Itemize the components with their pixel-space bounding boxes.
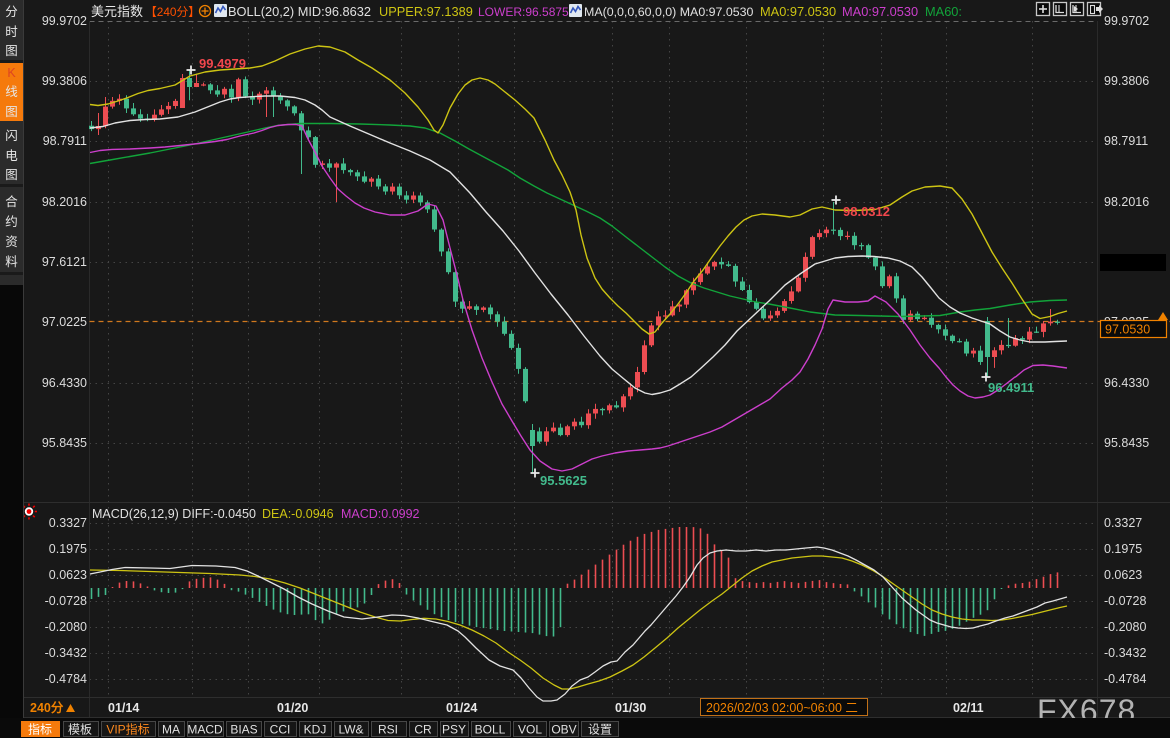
svg-text:BOLL: BOLL: [475, 723, 506, 737]
svg-text:OBV: OBV: [551, 723, 576, 737]
svg-text:99.4979: 99.4979: [199, 56, 246, 71]
svg-text:240分: 240分: [30, 700, 64, 715]
svg-text:约: 约: [5, 214, 18, 229]
svg-text:02/11: 02/11: [953, 701, 984, 715]
svg-text:99.3806: 99.3806: [42, 74, 87, 88]
svg-text:MA: MA: [162, 723, 180, 737]
svg-text:-0.0728: -0.0728: [1104, 594, 1146, 608]
svg-text:资: 资: [5, 235, 18, 249]
svg-text:【240分】: 【240分】: [145, 5, 200, 19]
svg-text:LW&: LW&: [338, 723, 363, 737]
svg-text:图: 图: [5, 44, 18, 58]
svg-text:分: 分: [5, 5, 18, 19]
svg-text:0.3327: 0.3327: [49, 516, 87, 530]
svg-text:99.3806: 99.3806: [1104, 74, 1149, 88]
svg-text:LOWER:96.5875: LOWER:96.5875: [478, 5, 569, 19]
svg-text:0.3327: 0.3327: [1104, 516, 1142, 530]
svg-text:PSY: PSY: [442, 723, 466, 737]
svg-text:0.1975: 0.1975: [49, 542, 87, 556]
svg-text:98.2016: 98.2016: [42, 195, 87, 209]
svg-text:98.0312: 98.0312: [843, 204, 890, 219]
svg-text:线: 线: [5, 85, 18, 99]
svg-text:MA(0,0,0,60,0,0) MA0:97.0530: MA(0,0,0,60,0,0) MA0:97.0530: [584, 5, 754, 19]
svg-text:合: 合: [5, 194, 18, 209]
svg-text:UPPER:97.1389: UPPER:97.1389: [379, 4, 473, 19]
svg-text:95.8435: 95.8435: [42, 436, 87, 450]
svg-text:BIAS: BIAS: [230, 723, 257, 737]
svg-text:时: 时: [5, 25, 18, 39]
svg-text:MA0:97.0530: MA0:97.0530: [842, 4, 918, 19]
svg-text:98.7911: 98.7911: [43, 134, 87, 148]
svg-text:-0.3432: -0.3432: [1104, 646, 1146, 660]
svg-text:96.4330: 96.4330: [42, 376, 87, 390]
svg-text:指标: 指标: [28, 722, 52, 737]
svg-text:97.0530: 97.0530: [1105, 323, 1150, 337]
svg-text:0.0623: 0.0623: [49, 568, 87, 582]
svg-text:BOLL(20,2) MID:96.8632: BOLL(20,2) MID:96.8632: [228, 4, 371, 19]
svg-text:97.0225: 97.0225: [42, 315, 87, 329]
svg-text:MACD(26,12,9) DIFF:-0.0450: MACD(26,12,9) DIFF:-0.0450: [92, 507, 256, 521]
svg-text:99.9702: 99.9702: [42, 14, 87, 28]
svg-text:98.7911: 98.7911: [1104, 134, 1148, 148]
svg-text:MACD: MACD: [187, 723, 223, 737]
svg-text:图: 图: [5, 105, 18, 119]
svg-text:KDJ: KDJ: [304, 723, 327, 737]
svg-text:VIP指标: VIP指标: [106, 722, 149, 737]
svg-text:美元指数: 美元指数: [91, 4, 143, 19]
svg-text:-0.2080: -0.2080: [45, 620, 87, 634]
svg-text:电: 电: [5, 149, 18, 163]
svg-text:97.6121: 97.6121: [42, 255, 87, 269]
svg-text:MA0:97.0530: MA0:97.0530: [760, 4, 836, 19]
svg-text:2026/02/03 02:00~06:00 二: 2026/02/03 02:00~06:00 二: [706, 701, 858, 715]
svg-text:K: K: [7, 66, 16, 80]
svg-text:图: 图: [5, 168, 18, 182]
svg-text:96.4911: 96.4911: [988, 380, 1034, 395]
svg-text:-0.0728: -0.0728: [45, 594, 87, 608]
svg-text:MA60:: MA60:: [925, 4, 962, 19]
svg-text:95.5625: 95.5625: [540, 473, 587, 488]
svg-text:DEA:-0.0946: DEA:-0.0946: [262, 507, 334, 521]
svg-text:VOL: VOL: [518, 723, 542, 737]
svg-text:-0.3432: -0.3432: [45, 646, 87, 660]
svg-text:01/24: 01/24: [446, 701, 477, 715]
svg-text:0.1975: 0.1975: [1104, 542, 1142, 556]
svg-text:01/30: 01/30: [615, 701, 646, 715]
svg-text:96.4330: 96.4330: [1104, 376, 1149, 390]
svg-text:98.2016: 98.2016: [1104, 195, 1149, 209]
svg-text:设置: 设置: [588, 723, 612, 737]
svg-text:01/20: 01/20: [277, 701, 308, 715]
svg-text:01/14: 01/14: [108, 701, 139, 715]
svg-text:CCI: CCI: [270, 723, 291, 737]
svg-text:99.9702: 99.9702: [1104, 14, 1149, 28]
svg-text:料: 料: [5, 255, 18, 269]
svg-text:模板: 模板: [68, 723, 92, 737]
svg-text:95.8435: 95.8435: [1104, 436, 1149, 450]
svg-text:MACD:0.0992: MACD:0.0992: [341, 507, 420, 521]
svg-text:CR: CR: [414, 723, 432, 737]
svg-text:0.0623: 0.0623: [1104, 568, 1142, 582]
svg-text:-0.2080: -0.2080: [1104, 620, 1146, 634]
svg-text:-0.4784: -0.4784: [1104, 672, 1146, 686]
svg-text:-0.4784: -0.4784: [45, 672, 87, 686]
svg-text:RSI: RSI: [378, 723, 398, 737]
svg-text:闪: 闪: [5, 129, 18, 143]
